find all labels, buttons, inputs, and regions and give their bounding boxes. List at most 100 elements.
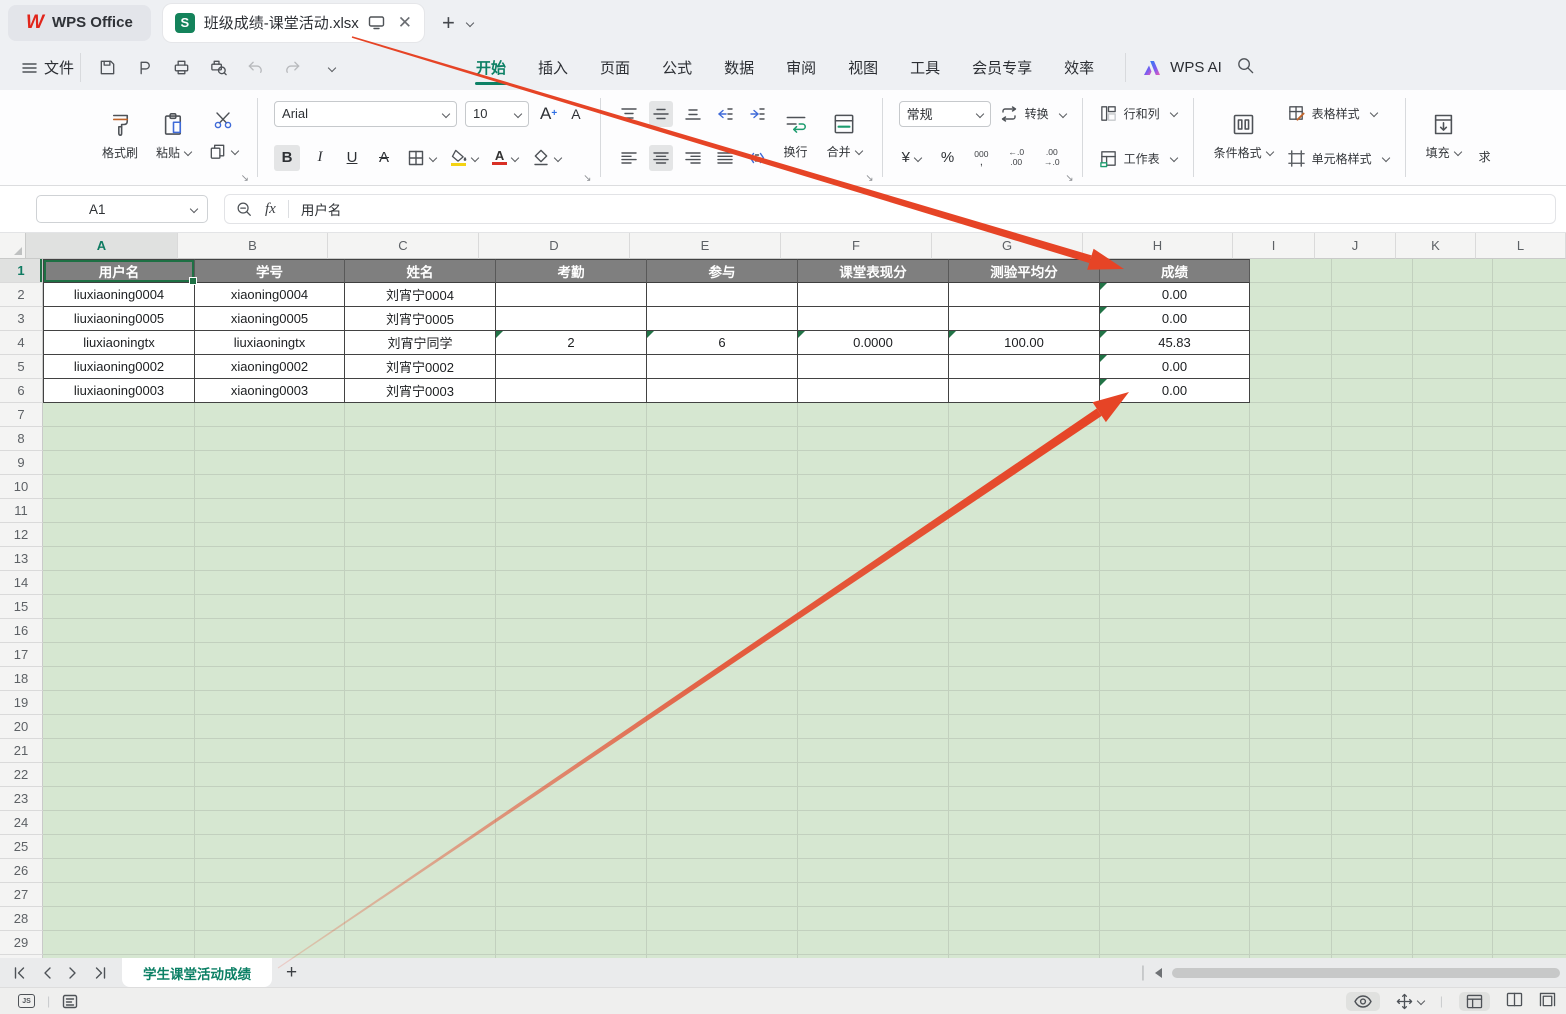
cell-G5[interactable] — [949, 355, 1100, 379]
cell-G29[interactable] — [949, 931, 1100, 955]
cell-K28[interactable] — [1413, 907, 1493, 931]
tab-list-chevron-icon[interactable] — [466, 18, 474, 26]
cell-D24[interactable] — [496, 811, 647, 835]
cell-E3[interactable] — [647, 307, 798, 331]
row-header-4[interactable]: 4 — [0, 331, 43, 355]
cell-J17[interactable] — [1332, 643, 1413, 667]
cell-H18[interactable] — [1100, 667, 1250, 691]
cell-L29[interactable] — [1493, 931, 1566, 955]
cell-E27[interactable] — [647, 883, 798, 907]
row-header-9[interactable]: 9 — [0, 451, 43, 475]
cell-J26[interactable] — [1332, 859, 1413, 883]
undo-button[interactable] — [243, 56, 267, 80]
cell-G25[interactable] — [949, 835, 1100, 859]
cell-B9[interactable] — [195, 451, 345, 475]
cell-B25[interactable] — [195, 835, 345, 859]
cell-C9[interactable] — [345, 451, 496, 475]
row-header-23[interactable]: 23 — [0, 787, 43, 811]
cell-E15[interactable] — [647, 595, 798, 619]
row-header-7[interactable]: 7 — [0, 403, 43, 427]
number-format-select[interactable]: 常规 — [899, 101, 991, 127]
cell-K11[interactable] — [1413, 499, 1493, 523]
cell-B3[interactable]: xiaoning0005 — [195, 307, 345, 331]
cell-F3[interactable] — [798, 307, 949, 331]
cell-K8[interactable] — [1413, 427, 1493, 451]
cell-A7[interactable] — [43, 403, 195, 427]
cell-I8[interactable] — [1250, 427, 1332, 451]
cell-K14[interactable] — [1413, 571, 1493, 595]
cell-F13[interactable] — [798, 547, 949, 571]
row-header-13[interactable]: 13 — [0, 547, 43, 571]
cell-L16[interactable] — [1493, 619, 1566, 643]
cell-B18[interactable] — [195, 667, 345, 691]
normal-view-button[interactable] — [1459, 992, 1490, 1011]
cell-G13[interactable] — [949, 547, 1100, 571]
cell-G26[interactable] — [949, 859, 1100, 883]
cell-F10[interactable] — [798, 475, 949, 499]
cell-H17[interactable] — [1100, 643, 1250, 667]
cell-K27[interactable] — [1413, 883, 1493, 907]
new-tab-button[interactable]: + — [442, 12, 455, 34]
cell-D12[interactable] — [496, 523, 647, 547]
cell-J5[interactable] — [1332, 355, 1413, 379]
cell-H23[interactable] — [1100, 787, 1250, 811]
cell-J23[interactable] — [1332, 787, 1413, 811]
cell-K22[interactable] — [1413, 763, 1493, 787]
search-button[interactable] — [1236, 56, 1255, 79]
cell-C28[interactable] — [345, 907, 496, 931]
row-header-16[interactable]: 16 — [0, 619, 43, 643]
cell-A4[interactable]: liuxiaoningtx — [43, 331, 195, 355]
export-pdf-button[interactable] — [132, 56, 156, 80]
cell-L7[interactable] — [1493, 403, 1566, 427]
cell-D1[interactable]: 考勤 — [496, 259, 647, 283]
row-header-8[interactable]: 8 — [0, 427, 43, 451]
cell-K7[interactable] — [1413, 403, 1493, 427]
row-header-2[interactable]: 2 — [0, 283, 43, 307]
cell-L12[interactable] — [1493, 523, 1566, 547]
cell-H5[interactable]: 0.00 — [1100, 355, 1250, 379]
cell-L28[interactable] — [1493, 907, 1566, 931]
cell-J24[interactable] — [1332, 811, 1413, 835]
cell-D6[interactable] — [496, 379, 647, 403]
cell-I9[interactable] — [1250, 451, 1332, 475]
row-header-14[interactable]: 14 — [0, 571, 43, 595]
cell-L10[interactable] — [1493, 475, 1566, 499]
cell-B8[interactable] — [195, 427, 345, 451]
cell-I11[interactable] — [1250, 499, 1332, 523]
cell-H6[interactable]: 0.00 — [1100, 379, 1250, 403]
cell-K25[interactable] — [1413, 835, 1493, 859]
fx-icon[interactable]: fx — [265, 201, 276, 218]
cell-H8[interactable] — [1100, 427, 1250, 451]
decrease-indent-button[interactable] — [713, 101, 737, 127]
thousands-button[interactable]: 000, — [971, 145, 991, 171]
column-header-G[interactable]: G — [932, 233, 1083, 259]
cell-B19[interactable] — [195, 691, 345, 715]
cell-C14[interactable] — [345, 571, 496, 595]
cell-L18[interactable] — [1493, 667, 1566, 691]
cell-L9[interactable] — [1493, 451, 1566, 475]
print-button[interactable] — [169, 56, 193, 80]
cell-B20[interactable] — [195, 715, 345, 739]
cell-E6[interactable] — [647, 379, 798, 403]
sheet-nav-next-icon[interactable] — [68, 967, 77, 979]
cell-K15[interactable] — [1413, 595, 1493, 619]
cell-A22[interactable] — [43, 763, 195, 787]
cell-F5[interactable] — [798, 355, 949, 379]
cell-E25[interactable] — [647, 835, 798, 859]
column-header-F[interactable]: F — [781, 233, 932, 259]
row-header-25[interactable]: 25 — [0, 835, 43, 859]
italic-button[interactable]: I — [308, 145, 332, 171]
cell-D3[interactable] — [496, 307, 647, 331]
cell-H2[interactable]: 0.00 — [1100, 283, 1250, 307]
fill-color-button[interactable] — [447, 145, 481, 171]
percent-button[interactable]: % — [938, 145, 957, 171]
cell-F29[interactable] — [798, 931, 949, 955]
reading-mode-button[interactable] — [1346, 992, 1380, 1011]
row-header-5[interactable]: 5 — [0, 355, 43, 379]
cell-E28[interactable] — [647, 907, 798, 931]
font-color-button[interactable]: A — [489, 145, 521, 171]
cell-E5[interactable] — [647, 355, 798, 379]
cell-G1[interactable]: 测验平均分 — [949, 259, 1100, 283]
cell-C17[interactable] — [345, 643, 496, 667]
cell-B17[interactable] — [195, 643, 345, 667]
